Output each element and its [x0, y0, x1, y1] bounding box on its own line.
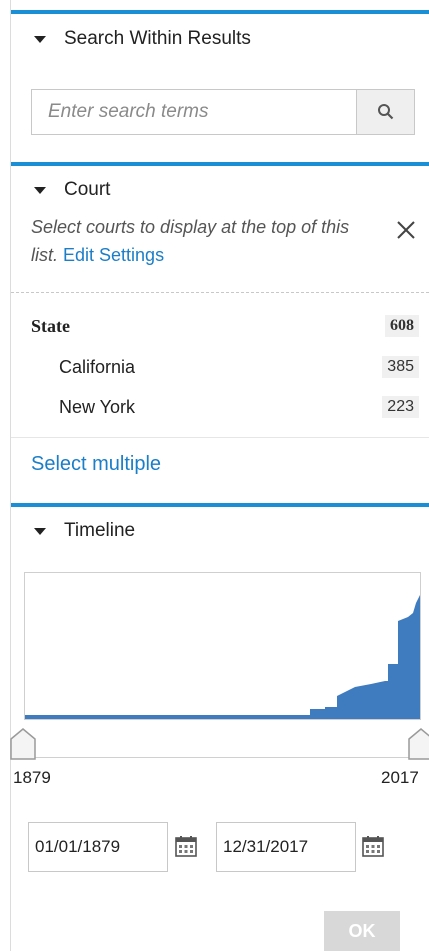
court-row-label: California: [59, 356, 136, 377]
court-row-count: 608: [385, 315, 419, 337]
range-track: [24, 757, 421, 758]
search-button[interactable]: [356, 90, 414, 134]
timeline-histogram: [25, 595, 420, 719]
timeline-chart-area: [25, 595, 420, 719]
search-input[interactable]: [32, 90, 356, 134]
search-within-toggle[interactable]: Search Within Results: [34, 28, 251, 50]
court-row-count: 223: [382, 396, 419, 418]
section-divider: [11, 10, 429, 14]
end-date-input[interactable]: [216, 822, 356, 872]
court-row-state[interactable]: State 608: [31, 310, 419, 342]
timeline-chart: [24, 572, 421, 720]
court-title: Court: [64, 179, 111, 200]
court-row-label: New York: [59, 396, 136, 417]
close-icon[interactable]: [393, 217, 419, 243]
section-divider: [11, 503, 429, 507]
court-row-label: State: [31, 315, 70, 336]
calendar-icon[interactable]: [361, 834, 385, 858]
calendar-icon[interactable]: [174, 834, 198, 858]
caret-down-icon: [34, 527, 46, 535]
end-year-label: 2017: [381, 768, 419, 787]
panel-border: [10, 0, 11, 553]
court-row-california[interactable]: California 385: [59, 351, 419, 383]
timeline-title: Timeline: [64, 520, 136, 541]
divider: [11, 437, 429, 438]
section-divider: [11, 162, 429, 166]
court-row-count: 385: [382, 356, 419, 378]
timeline-toggle[interactable]: Timeline: [34, 520, 135, 542]
court-hint: Select courts to display at the top of t…: [31, 213, 361, 269]
court-row-new-york[interactable]: New York 223: [59, 391, 419, 423]
dashed-divider: [11, 292, 429, 293]
range-start-handle[interactable]: [8, 727, 38, 761]
court-toggle[interactable]: Court: [34, 179, 110, 201]
search-box: [31, 89, 415, 135]
search-within-title: Search Within Results: [64, 28, 251, 49]
select-multiple-link[interactable]: Select multiple: [31, 453, 161, 476]
range-end-handle[interactable]: [407, 727, 429, 761]
edit-settings-link[interactable]: Edit Settings: [63, 245, 164, 265]
magnifier-icon: [377, 104, 393, 120]
start-date-input[interactable]: [28, 822, 168, 872]
start-year-label: 1879: [13, 768, 51, 787]
ok-button[interactable]: OK: [324, 911, 400, 951]
caret-down-icon: [34, 186, 46, 194]
caret-down-icon: [34, 35, 46, 43]
